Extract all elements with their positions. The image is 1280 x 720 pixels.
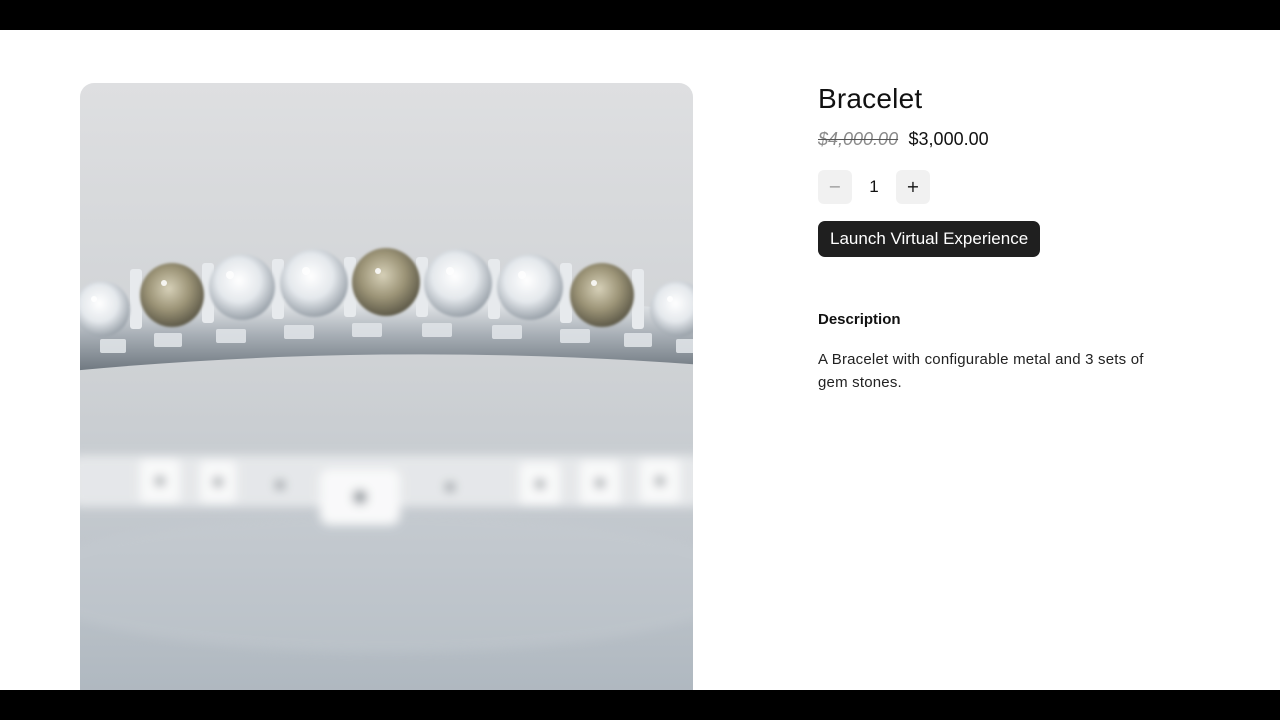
sale-price: $3,000.00: [908, 129, 989, 149]
product-title: Bracelet: [818, 83, 923, 114]
original-price: $4,000.00: [818, 129, 899, 149]
price-row: $4,000.00 $3,000.00: [818, 129, 989, 150]
launch-virtual-experience-button[interactable]: Launch Virtual Experience: [818, 221, 1041, 257]
quantity-value: 1: [869, 177, 879, 196]
product-image: [80, 83, 693, 690]
product-page: Bracelet $4,000.00 $3,000.00 − 1 + Launc…: [0, 30, 1280, 690]
description-heading: Description: [818, 311, 901, 328]
video-letterbox-bottom: [0, 690, 1280, 720]
quantity-increase-button[interactable]: +: [896, 170, 930, 204]
video-letterbox-top: [0, 0, 1280, 30]
bracelet-illustration: [80, 248, 693, 653]
quantity-decrease-button[interactable]: −: [818, 170, 852, 204]
description-text: A Bracelet with configurable metal and 3…: [818, 351, 1144, 391]
